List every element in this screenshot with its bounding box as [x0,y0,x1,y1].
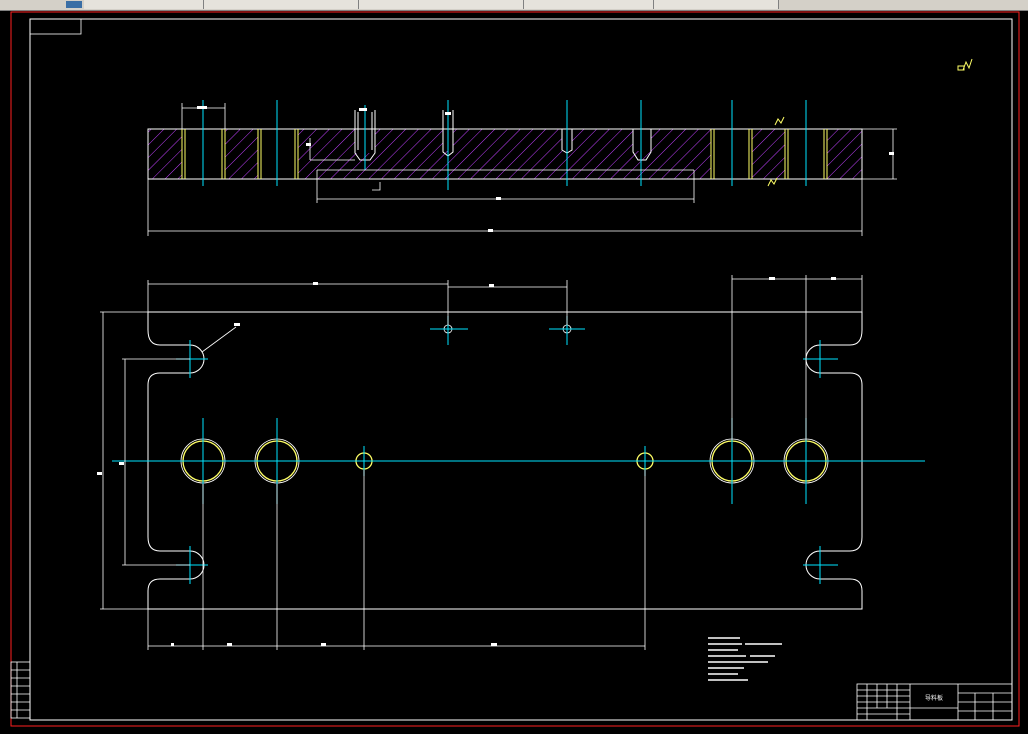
sheet-border [10,11,1020,727]
general-roughness-symbol [957,58,973,71]
document-tab-2[interactable] [204,0,359,9]
document-tab-1[interactable] [84,0,204,9]
technical-notes [708,637,782,681]
title-block [856,683,1013,721]
plan-view [97,275,925,650]
cad-drawing: 导料板 [10,11,1020,727]
revision-table [10,661,31,719]
app-icon[interactable] [66,1,82,8]
drawing-canvas[interactable]: 导料板 [0,10,1028,730]
document-tab-3[interactable] [359,0,524,9]
drawing-number-box [29,18,82,35]
part-name-text: 导料板 [925,694,943,702]
section-view [147,100,897,236]
document-tab-5[interactable] [654,0,779,9]
roughness-symbol [774,116,785,126]
drawing-frame [29,18,1013,721]
document-tab-4[interactable] [524,0,654,9]
